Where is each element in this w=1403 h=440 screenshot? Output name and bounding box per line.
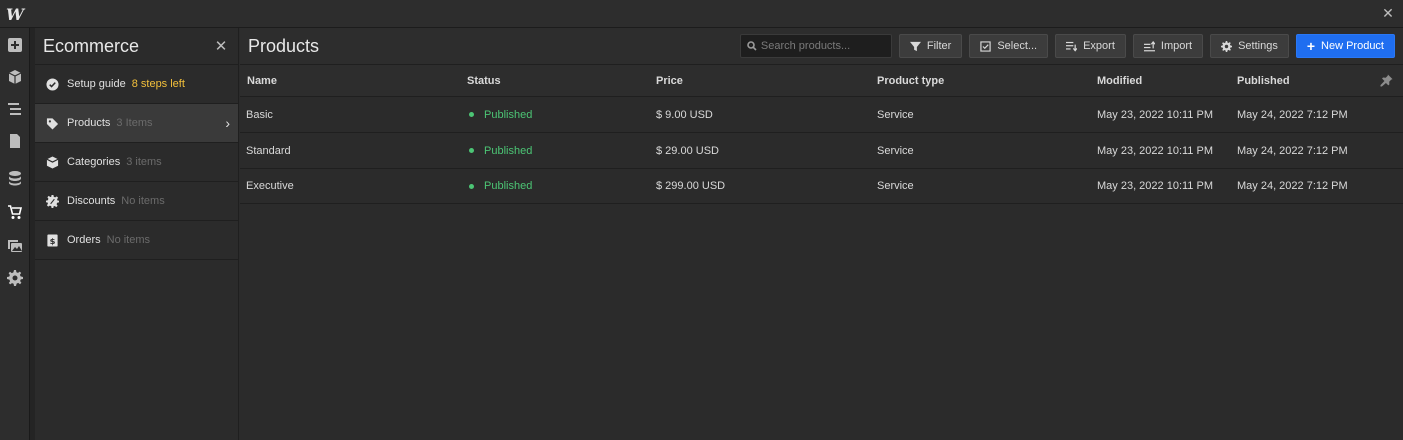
panel-item-label: Discounts [67, 195, 116, 207]
toolbar-actions: Filter Select... Export Import Settings … [739, 34, 1395, 58]
left-icon-rail [0, 28, 30, 440]
category-icon [45, 155, 59, 169]
status-label: Published [484, 108, 533, 121]
status-badge: Published [469, 109, 532, 121]
panel-item-label: Products [67, 117, 111, 129]
status-dot-icon [469, 148, 474, 153]
status-dot-icon [469, 112, 474, 117]
panel-item-label: Categories [67, 156, 121, 168]
close-icon[interactable]: ✕ [1379, 4, 1397, 22]
cms-icon[interactable] [0, 164, 30, 192]
cell-price: $ 29.00 USD [656, 144, 719, 157]
item-count: No items [106, 234, 151, 246]
cell-product-type: Service [877, 180, 914, 192]
column-header-name[interactable]: Name [247, 75, 277, 87]
item-count: 3 Items [116, 117, 153, 129]
plus-icon: + [1306, 38, 1316, 54]
export-label: Export [1083, 40, 1115, 52]
export-button[interactable]: Export [1055, 34, 1126, 58]
cell-published: May 24, 2022 7:12 PM [1237, 144, 1348, 157]
status-label: Published [484, 144, 533, 157]
status-badge: Published [469, 180, 532, 192]
pages-icon[interactable] [0, 127, 30, 155]
tag-icon [45, 116, 59, 130]
filter-label: Filter [926, 40, 952, 52]
status-badge: Published [469, 145, 532, 157]
panel-item-orders[interactable]: $ Orders No items [35, 221, 238, 260]
cell-name: Executive [246, 180, 294, 192]
webflow-logo[interactable]: W [0, 0, 30, 28]
search-icon [747, 41, 757, 51]
toolbar: Products Filter Select... Export Import [240, 28, 1403, 65]
import-label: Import [1160, 40, 1193, 52]
panel-header: Ecommerce ✕ [35, 28, 238, 65]
box-icon[interactable] [0, 63, 30, 91]
select-button[interactable]: Select... [969, 34, 1049, 58]
settings-button[interactable]: Settings [1210, 34, 1289, 58]
orders-icon: $ [45, 233, 59, 247]
filter-button[interactable]: Filter [898, 34, 963, 58]
import-icon [1143, 40, 1155, 51]
panel-item-setup-guide[interactable]: Setup guide 8 steps left [35, 65, 238, 104]
search-box [739, 34, 892, 58]
checkbox-icon [980, 40, 992, 52]
cell-published: May 24, 2022 7:12 PM [1237, 180, 1348, 192]
cell-modified: May 23, 2022 10:11 PM [1097, 144, 1213, 157]
ecommerce-panel: Ecommerce ✕ Setup guide 8 steps left Pro… [35, 28, 239, 440]
panel-item-discounts[interactable]: Discounts No items [35, 182, 238, 221]
cell-published: May 24, 2022 7:12 PM [1237, 108, 1348, 121]
add-panel-icon[interactable] [0, 31, 30, 59]
svg-text:$: $ [49, 235, 55, 245]
panel-item-products[interactable]: Products 3 Items › [35, 104, 238, 143]
cell-name: Standard [246, 144, 291, 157]
cell-price: $ 299.00 USD [656, 180, 726, 192]
item-count: 3 items [126, 156, 162, 168]
table-row[interactable]: Standard Published $ 29.00 USD Service M… [240, 133, 1403, 169]
filter-icon [909, 41, 921, 51]
import-button[interactable]: Import [1132, 34, 1204, 58]
column-header-status[interactable]: Status [467, 75, 501, 87]
chevron-right-icon: › [225, 115, 230, 131]
assets-icon[interactable] [0, 231, 30, 259]
close-panel-icon[interactable]: ✕ [212, 37, 230, 55]
settings-label: Settings [1238, 40, 1278, 52]
table-row[interactable]: Executive Published $ 299.00 USD Service… [240, 169, 1403, 204]
new-product-button[interactable]: + New Product [1295, 34, 1395, 58]
cell-modified: May 23, 2022 10:11 PM [1097, 180, 1213, 192]
check-circle-icon [45, 77, 59, 91]
panel-item-label: Orders [67, 234, 101, 246]
cell-modified: May 23, 2022 10:11 PM [1097, 108, 1213, 121]
select-label: Select... [997, 40, 1038, 52]
new-product-label: New Product [1321, 40, 1384, 52]
panel-item-label: Setup guide [67, 78, 126, 90]
pin-icon[interactable] [1380, 74, 1393, 87]
export-icon [1066, 41, 1078, 52]
cell-name: Basic [246, 108, 273, 121]
cart-icon[interactable] [0, 198, 30, 226]
cell-product-type: Service [877, 144, 914, 157]
status-dot-icon [469, 183, 474, 189]
column-header-published[interactable]: Published [1237, 75, 1290, 87]
cell-product-type: Service [877, 108, 914, 121]
search-input[interactable] [760, 40, 891, 52]
item-count: No items [121, 195, 165, 207]
panel-item-categories[interactable]: Categories 3 items [35, 143, 238, 182]
discount-icon [45, 194, 59, 208]
page-title: Products [248, 35, 320, 56]
navigator-icon[interactable] [0, 95, 30, 123]
table-row[interactable]: Basic Published $ 9.00 USD Service May 2… [240, 97, 1403, 133]
column-header-product-type[interactable]: Product type [877, 75, 944, 87]
panel-title: Ecommerce [43, 35, 140, 56]
column-header-price[interactable]: Price [656, 75, 683, 87]
steps-left-badge: 8 steps left [131, 78, 185, 90]
settings-icon[interactable] [0, 264, 30, 292]
table-header: Name Status Price Product type Modified … [240, 65, 1403, 97]
cell-price: $ 9.00 USD [656, 108, 713, 121]
products-main: Products Filter Select... Export Import [240, 28, 1403, 440]
gear-icon [1221, 40, 1233, 52]
top-bar: W ✕ [0, 0, 1403, 28]
column-header-modified[interactable]: Modified [1097, 75, 1142, 87]
status-label: Published [484, 180, 533, 192]
